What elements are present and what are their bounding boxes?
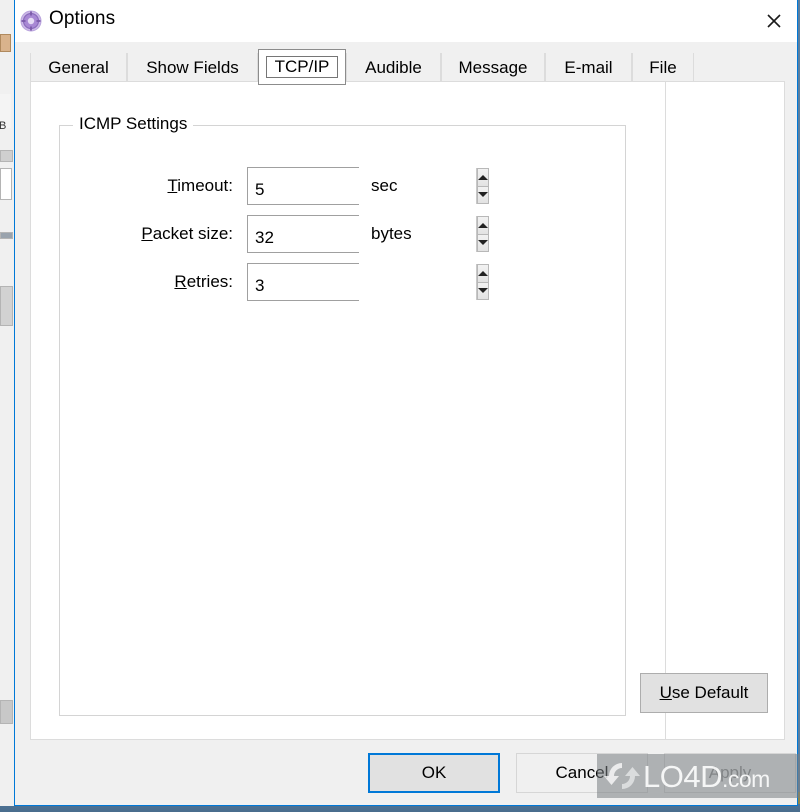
tab-e-mail[interactable]: E-mail [545, 53, 632, 82]
tab-label: Message [458, 57, 528, 77]
tab-panel-tcp-ip: ICMP Settings Timeout: sec Pack [30, 81, 666, 740]
field-row-packet-size: Packet size: bytes [81, 215, 581, 253]
background-window-element [0, 34, 11, 52]
spinner-up-icon[interactable] [477, 216, 489, 235]
background-window[interactable]: B [0, 0, 15, 806]
field-row-timeout: Timeout: sec [81, 167, 581, 205]
icmp-settings-title: ICMP Settings [73, 114, 194, 134]
tab-label: E-mail [564, 57, 613, 77]
apply-button: Apply [664, 753, 796, 793]
target-icon [20, 10, 42, 32]
spinner-down-icon[interactable] [477, 186, 489, 204]
packet-size-input[interactable] [248, 216, 476, 252]
screen: B Options General Show Fields TCP/IP Aud… [0, 0, 800, 812]
tab-label: Show Fields [146, 57, 239, 77]
icmp-settings-group [59, 125, 626, 716]
tab-tcp-ip[interactable]: TCP/IP [258, 49, 346, 85]
tab-show-fields[interactable]: Show Fields [127, 53, 258, 82]
use-default-button[interactable]: Use Default [640, 673, 768, 713]
ok-button[interactable]: OK [368, 753, 500, 793]
timeout-label: Timeout: [81, 176, 233, 196]
label-rest: imeout: [177, 176, 233, 195]
field-row-retries: Retries: [81, 263, 581, 301]
spinner-up-icon[interactable] [477, 264, 489, 283]
title-bar: Options [15, 0, 797, 42]
tab-label: File [649, 57, 677, 77]
packet-size-spin-buttons [476, 216, 489, 252]
close-icon[interactable] [751, 0, 797, 40]
packet-size-stepper[interactable] [247, 215, 489, 253]
tab-message[interactable]: Message [441, 53, 545, 82]
tab-label: TCP/IP [265, 56, 339, 78]
tab-strip: General Show Fields TCP/IP Audible Messa… [30, 49, 785, 85]
spinner-down-icon[interactable] [477, 282, 489, 300]
tab-label: General [48, 57, 109, 77]
background-window-element [0, 168, 12, 200]
background-window-element [0, 286, 13, 326]
background-window-text: B [0, 120, 7, 132]
background-window-element [0, 232, 13, 239]
timeout-input[interactable] [248, 168, 476, 204]
options-dialog: Options General Show Fields TCP/IP Audib… [14, 0, 798, 806]
page-title: Options [49, 8, 116, 29]
accel-char: R [174, 272, 187, 291]
label-rest: se Default [671, 683, 749, 702]
timeout-spin-buttons [476, 168, 489, 204]
timeout-stepper[interactable] [247, 167, 489, 205]
tab-panel-filler [651, 81, 785, 740]
label-rest: etries: [186, 272, 233, 291]
accel-char: T [167, 176, 178, 195]
background-window-element [0, 150, 13, 162]
retries-spin-buttons [476, 264, 489, 300]
tab-file[interactable]: File [632, 53, 694, 82]
background-window-element [0, 700, 13, 724]
spinner-down-icon[interactable] [477, 234, 489, 252]
label-rest: acket size: [152, 224, 233, 243]
accel-char: P [141, 224, 153, 243]
timeout-unit: sec [371, 176, 398, 195]
cancel-button[interactable]: Cancel [516, 753, 648, 793]
packet-size-label: Packet size: [81, 224, 233, 244]
tab-general[interactable]: General [30, 53, 127, 82]
accel-char: U [659, 683, 672, 702]
spinner-up-icon[interactable] [477, 168, 489, 187]
retries-label: Retries: [81, 272, 233, 292]
retries-input[interactable] [248, 264, 476, 300]
tab-label: Audible [365, 57, 422, 77]
packet-size-unit: bytes [371, 224, 412, 243]
tab-audible[interactable]: Audible [346, 53, 441, 82]
retries-stepper[interactable] [247, 263, 489, 301]
